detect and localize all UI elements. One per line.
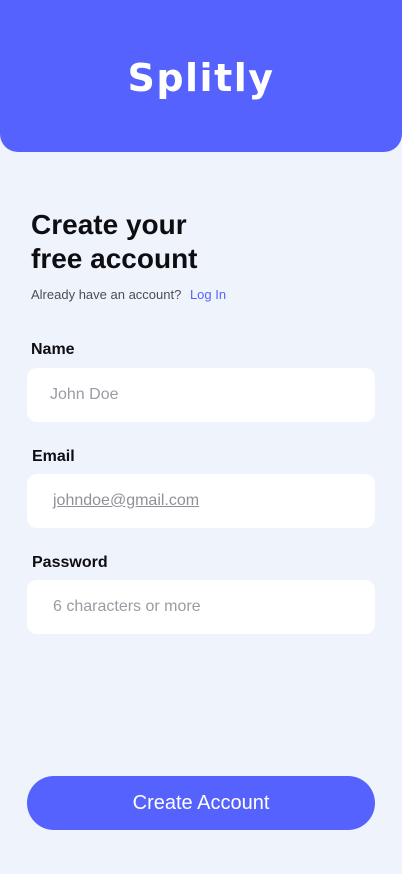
page-title-line-1: Create your: [31, 209, 187, 240]
create-account-button[interactable]: Create Account: [27, 776, 375, 830]
page-title: Create your free account: [31, 208, 331, 276]
email-label: Email: [32, 448, 75, 465]
name-label: Name: [31, 341, 75, 358]
password-input[interactable]: [27, 580, 375, 634]
email-input[interactable]: johndoe@gmail.com: [27, 474, 375, 528]
name-input[interactable]: [27, 368, 375, 422]
login-prompt-row: Already have an account? Log In: [31, 286, 226, 304]
password-label: Password: [32, 554, 108, 571]
login-prompt-text: Already have an account?: [31, 287, 182, 302]
login-link[interactable]: Log In: [190, 287, 226, 302]
email-value: johndoe@gmail.com: [53, 492, 200, 509]
app-logo: Splitly: [127, 56, 275, 100]
password-field-container: [27, 580, 375, 634]
name-field-container: [27, 368, 375, 422]
page-title-line-2: free account: [31, 243, 198, 274]
header-banner: Splitly: [0, 0, 402, 152]
